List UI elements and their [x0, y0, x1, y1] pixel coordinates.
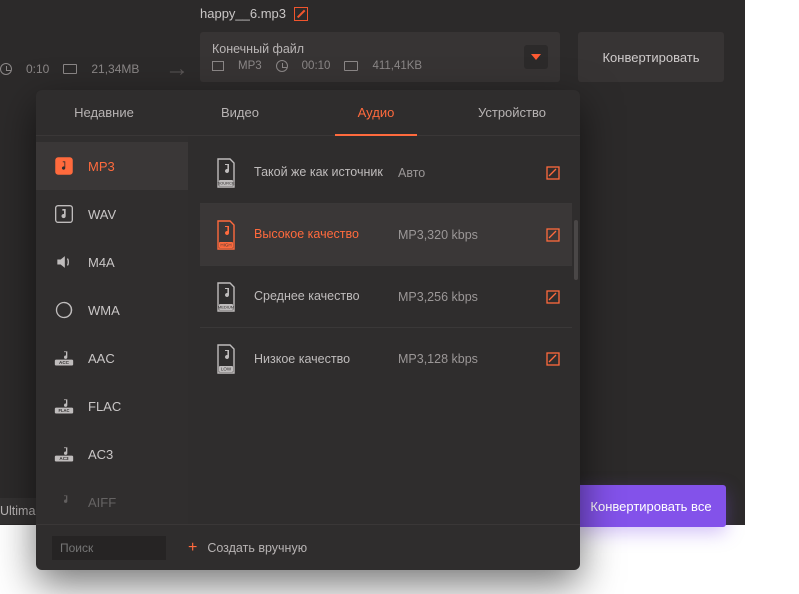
- tabs-bar: Недавние Видео Аудио Устройство: [36, 90, 580, 136]
- edit-preset-icon[interactable]: [546, 228, 560, 242]
- preset-high-icon: HIGH: [212, 218, 240, 252]
- sidebar-item-ac3[interactable]: AC3 AC3: [36, 430, 188, 478]
- sidebar-item-label: M4A: [88, 255, 115, 270]
- preset-medium[interactable]: MEDIUM Среднее качество MP3,256 kbps: [200, 266, 572, 328]
- destination-title: Конечный файл: [212, 42, 524, 56]
- dest-duration: 00:10: [302, 60, 331, 72]
- clock-icon: [0, 63, 12, 75]
- sidebar-item-label: MP3: [88, 159, 115, 174]
- sidebar-item-m4a[interactable]: M4A: [36, 238, 188, 286]
- preset-list: SOURCE Такой же как источник Авто HIGH В…: [188, 136, 580, 524]
- preset-spec: MP3,320 kbps: [398, 228, 532, 242]
- preset-source[interactable]: SOURCE Такой же как источник Авто: [200, 142, 572, 204]
- edit-preset-icon[interactable]: [546, 290, 560, 304]
- plus-icon: +: [188, 539, 197, 557]
- edit-preset-icon[interactable]: [546, 352, 560, 366]
- svg-text:HIGH: HIGH: [220, 242, 231, 247]
- svg-text:SOURCE: SOURCE: [217, 180, 234, 185]
- tab-video-label: Видео: [221, 105, 259, 120]
- filename-text: happy__6.mp3: [200, 6, 286, 21]
- tab-device[interactable]: Устройство: [444, 90, 580, 135]
- format-sidebar: MP3 WAV M4A WMA: [36, 136, 188, 524]
- sidebar-item-flac[interactable]: FLAC FLAC: [36, 382, 188, 430]
- aac-badge-icon: ACC: [54, 348, 74, 368]
- destination-info: Конечный файл MP3 00:10 411,41KB: [212, 42, 524, 72]
- convert-all-label: Конвертировать все: [590, 499, 711, 514]
- tab-video[interactable]: Видео: [172, 90, 308, 135]
- destination-meta: MP3 00:10 411,41KB: [212, 60, 524, 72]
- preset-spec: MP3,256 kbps: [398, 290, 532, 304]
- source-meta: 0:10 21,34MB: [0, 62, 139, 76]
- music-note-icon: [54, 204, 74, 224]
- clock-icon: [276, 60, 288, 72]
- preset-name: Среднее качество: [254, 288, 384, 304]
- dest-format: MP3: [238, 60, 262, 72]
- preset-medium-icon: MEDIUM: [212, 280, 240, 314]
- preset-low[interactable]: LOW Низкое качество MP3,128 kbps: [200, 328, 572, 390]
- svg-text:MEDIUM: MEDIUM: [218, 304, 234, 309]
- flac-badge-icon: FLAC: [54, 396, 74, 416]
- format-dropdown-panel: Недавние Видео Аудио Устройство MP3 WAV: [36, 90, 580, 570]
- tab-recent[interactable]: Недавние: [36, 90, 172, 135]
- preset-name: Высокое качество: [254, 226, 384, 242]
- destination-card[interactable]: Конечный файл MP3 00:10 411,41KB: [200, 32, 560, 82]
- preset-source-icon: SOURCE: [212, 156, 240, 190]
- music-note-icon: [54, 156, 74, 176]
- create-manual-label: Создать вручную: [207, 541, 307, 555]
- search-input[interactable]: [52, 536, 166, 560]
- preset-name: Низкое качество: [254, 351, 384, 367]
- format-icon: [212, 61, 224, 71]
- dropdown-body: MP3 WAV M4A WMA: [36, 136, 580, 524]
- sidebar-item-label: WAV: [88, 207, 116, 222]
- scrollbar-thumb[interactable]: [574, 220, 578, 280]
- chevron-down-icon: [531, 54, 541, 60]
- sidebar-item-aac[interactable]: ACC AAC: [36, 334, 188, 382]
- tab-recent-label: Недавние: [74, 105, 134, 120]
- destination-dropdown-button[interactable]: [524, 45, 548, 69]
- tab-audio[interactable]: Аудио: [308, 90, 444, 135]
- convert-all-button[interactable]: Конвертировать все: [576, 485, 726, 527]
- source-size: 21,34MB: [91, 62, 139, 76]
- sidebar-item-label: AC3: [88, 447, 113, 462]
- edit-preset-icon[interactable]: [546, 166, 560, 180]
- svg-text:ACC: ACC: [59, 360, 70, 365]
- sidebar-item-label: AIFF: [88, 495, 116, 510]
- sidebar-item-mp3[interactable]: MP3: [36, 142, 188, 190]
- tab-device-label: Устройство: [478, 105, 546, 120]
- filename-row: happy__6.mp3: [200, 6, 308, 21]
- sidebar-item-label: AAC: [88, 351, 115, 366]
- arrow-right-icon: →: [165, 55, 189, 83]
- convert-button-label: Конвертировать: [602, 50, 699, 65]
- folder-icon: [344, 61, 358, 71]
- dropdown-footer: + Создать вручную: [36, 524, 580, 570]
- tab-audio-label: Аудио: [358, 105, 395, 120]
- preset-spec: Авто: [398, 166, 532, 180]
- source-duration: 0:10: [26, 62, 49, 76]
- swirl-icon: [54, 300, 74, 320]
- folder-icon: [63, 64, 77, 74]
- preset-spec: MP3,128 kbps: [398, 352, 532, 366]
- edit-filename-icon[interactable]: [294, 7, 308, 21]
- aiff-badge-icon: [54, 492, 74, 512]
- svg-text:FLAC: FLAC: [58, 408, 69, 413]
- preset-name: Такой же как источник: [254, 164, 384, 180]
- sidebar-item-label: FLAC: [88, 399, 121, 414]
- convert-button[interactable]: Конвертировать: [578, 32, 724, 82]
- sidebar-item-wma[interactable]: WMA: [36, 286, 188, 334]
- sidebar-item-aiff[interactable]: AIFF: [36, 478, 188, 524]
- preset-low-icon: LOW: [212, 342, 240, 376]
- create-manual-button[interactable]: + Создать вручную: [188, 539, 307, 557]
- speaker-icon: [54, 252, 74, 272]
- preset-high[interactable]: HIGH Высокое качество MP3,320 kbps: [200, 204, 572, 266]
- sidebar-item-wav[interactable]: WAV: [36, 190, 188, 238]
- svg-text:LOW: LOW: [221, 367, 232, 372]
- sidebar-item-label: WMA: [88, 303, 120, 318]
- svg-text:AC3: AC3: [59, 456, 69, 461]
- dest-size: 411,41KB: [372, 60, 422, 72]
- ac3-badge-icon: AC3: [54, 444, 74, 464]
